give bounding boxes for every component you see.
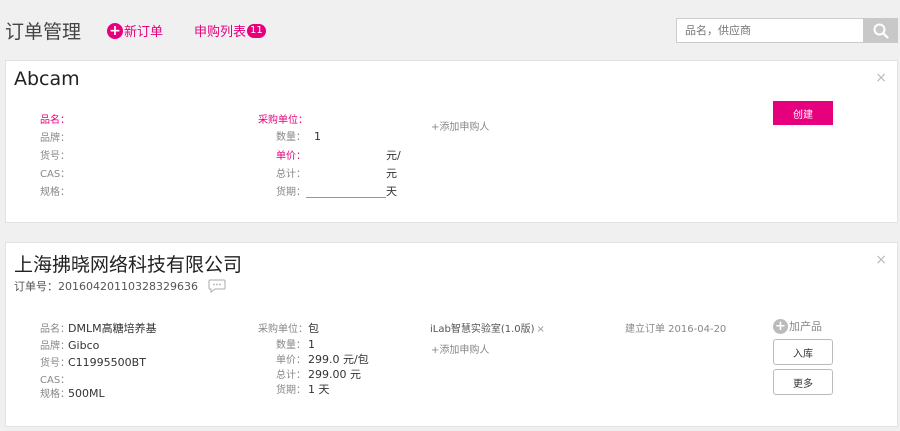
cas-label: CAS： <box>40 169 71 180</box>
unit-price-input[interactable] <box>306 151 386 162</box>
order-card-shanghai: 上海拂晓网络科技有限公司 × 订单号：20160420110328329636 … <box>5 242 898 427</box>
brand-field: 品牌：Gibco <box>40 337 99 352</box>
search-button[interactable] <box>863 18 898 43</box>
spec-label: 规格： <box>40 187 70 198</box>
cas-label: CAS： <box>40 375 71 386</box>
total-value: 299.00 元 <box>308 368 361 381</box>
product-name-value: DMLM高糖培养基 <box>68 322 157 335</box>
supplier-name: Abcam <box>14 68 80 90</box>
add-buyer-link[interactable]: +添加申购人 <box>431 118 489 133</box>
page-title: 订单管理 <box>5 21 82 43</box>
buyer-unit-value: 包 <box>308 322 319 335</box>
brand-label: 品牌： <box>40 133 70 144</box>
more-button[interactable]: 更多 <box>773 369 833 395</box>
quantity-value: 1 <box>314 130 321 143</box>
unit-price-field[interactable]: 单价： 元/ <box>266 147 401 163</box>
spec-field: 规格：500ML <box>40 385 105 400</box>
stock-in-button[interactable]: 入库 <box>773 339 833 365</box>
brand-field[interactable]: 品牌： <box>40 129 70 144</box>
product-name-field: 品名：DMLM高糖培养基 <box>40 320 157 336</box>
total-suffix: 元 <box>386 167 397 180</box>
item-no-label: 货号： <box>40 151 70 162</box>
purchase-list-link[interactable]: 申购列表 11 <box>194 21 266 40</box>
quantity-field: 数量： 1 <box>266 336 315 351</box>
order-number-text: 订单号：20160420110328329636 <box>14 280 198 293</box>
purchase-list-label: 申购列表 <box>194 25 247 40</box>
total-label: 总计： <box>276 169 306 180</box>
lab-remove-icon[interactable]: × <box>537 324 545 335</box>
quantity-label: 数量： <box>276 132 306 143</box>
brand-label: 品牌： <box>40 341 70 352</box>
delivery-suffix: 天 <box>386 185 397 198</box>
cas-field[interactable]: CAS： <box>40 165 71 180</box>
spec-label: 规格： <box>40 389 70 400</box>
new-order-link[interactable]: + 新订单 <box>107 21 163 40</box>
brand-value: Gibco <box>68 339 100 352</box>
close-icon[interactable]: × <box>875 252 887 268</box>
product-name-field[interactable]: 品名： <box>40 111 70 126</box>
plus-circle-icon: + <box>107 22 123 39</box>
supplier-name: 上海拂晓网络科技有限公司 <box>14 254 243 276</box>
unit-price-suffix: 元/ <box>386 149 401 162</box>
purchase-count-badge: 11 <box>247 23 266 38</box>
buyer-unit-label: 采购单位： <box>258 324 308 335</box>
item-no-field: 货号：C11995500BT <box>40 354 146 369</box>
plus-circle-icon: + <box>773 318 788 334</box>
quantity-label: 数量： <box>276 340 306 351</box>
item-no-label: 货号： <box>40 358 70 369</box>
create-button[interactable]: 创建 <box>773 101 833 125</box>
unit-price-field: 单价： 299.0 元/包 <box>266 351 369 367</box>
delivery-label: 货期： <box>276 187 306 198</box>
close-icon[interactable]: × <box>875 70 887 86</box>
order-number: 订单号：20160420110328329636 <box>14 278 226 294</box>
spec-value: 500ML <box>68 387 105 400</box>
search-input[interactable] <box>676 18 864 43</box>
unit-price-label: 单价： <box>276 355 306 366</box>
order-card-abcam: Abcam × 品名： 品牌： 货号： CAS： 规格： 采购单位： 数量： 1 … <box>5 60 898 223</box>
comment-icon[interactable] <box>208 279 226 293</box>
spec-field[interactable]: 规格： <box>40 183 70 198</box>
buyer-unit-field[interactable]: 采购单位： <box>258 111 308 126</box>
product-name-label: 品名： <box>40 324 70 335</box>
unit-price-label: 单价： <box>276 151 306 162</box>
cas-field: CAS： <box>40 371 71 386</box>
created-date: 建立订单 2016-04-20 <box>625 324 727 335</box>
total-field: 总计： 元 <box>266 165 397 181</box>
total-field: 总计： 299.00 元 <box>266 366 361 382</box>
lab-tag: iLab智慧实验室(1.0版) × <box>430 320 545 335</box>
lab-name: iLab智慧实验室(1.0版) <box>430 324 535 335</box>
delivery-field[interactable]: 货期： 天 <box>266 183 397 199</box>
search-icon <box>873 23 889 39</box>
total-label: 总计： <box>276 370 306 381</box>
delivery-field: 货期： 1 天 <box>266 381 330 397</box>
unit-price-value: 299.0 元/包 <box>308 353 369 366</box>
delivery-value: 1 天 <box>308 383 330 396</box>
add-buyer-link[interactable]: +添加申购人 <box>431 341 489 356</box>
quantity-field[interactable]: 数量： 1 <box>266 128 321 143</box>
total-value <box>306 169 386 180</box>
delivery-input[interactable] <box>306 187 386 198</box>
top-bar: 订单管理 + 新订单 申购列表 11 <box>0 0 900 60</box>
delivery-label: 货期： <box>276 385 306 396</box>
quantity-value: 1 <box>308 338 315 351</box>
add-product-button[interactable]: + 加产品 <box>773 318 822 334</box>
item-no-value: C11995500BT <box>68 356 146 369</box>
product-name-label: 品名： <box>40 115 70 126</box>
buyer-unit-label: 采购单位： <box>258 115 308 126</box>
buyer-unit-field: 采购单位：包 <box>258 320 319 336</box>
add-product-label: 加产品 <box>789 320 822 333</box>
item-no-field[interactable]: 货号： <box>40 147 70 162</box>
new-order-label: 新订单 <box>124 25 164 40</box>
